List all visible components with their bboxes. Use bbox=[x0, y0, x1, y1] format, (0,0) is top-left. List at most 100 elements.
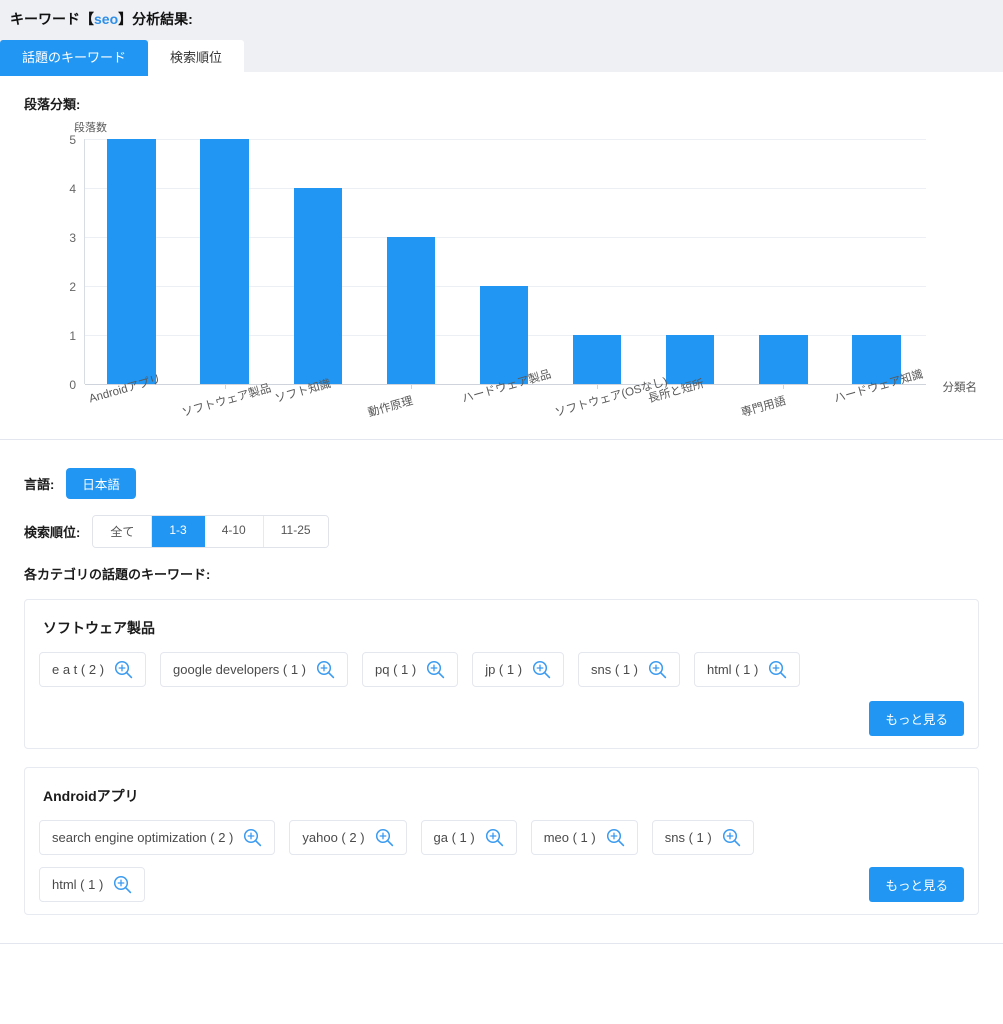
rank-option-11-25[interactable]: 11-25 bbox=[263, 516, 328, 547]
chart-bar-slot bbox=[551, 139, 644, 384]
chart-bar[interactable] bbox=[293, 188, 342, 384]
chart-bar-slot bbox=[85, 139, 178, 384]
zoom-in-icon[interactable] bbox=[768, 660, 787, 679]
keyword-card-footer: html ( 1 ) もっと見る bbox=[39, 867, 964, 902]
chart-bar-slot bbox=[737, 139, 830, 384]
chart-bar[interactable] bbox=[666, 335, 715, 384]
chart-y-tick-label: 4 bbox=[69, 182, 76, 196]
keyword-chip-label: sns ( 1 ) bbox=[591, 662, 639, 677]
keyword-category-title: Androidアプリ bbox=[43, 788, 139, 804]
chart-x-tick-label: 専門用語 bbox=[739, 395, 788, 420]
chart-bar[interactable] bbox=[572, 335, 622, 384]
keywords-section-heading: 各カテゴリの話題のキーワード: bbox=[24, 567, 211, 582]
keyword-chip-label: html ( 1 ) bbox=[52, 877, 104, 892]
keyword-chip-label: html ( 1 ) bbox=[707, 662, 759, 677]
chart-bar-slot bbox=[457, 139, 550, 384]
chart-panel: 段落分類: 段落数 分類名 0 1 2 3 4 5 Androidアプリ ソフトウェア製品ソ… bbox=[0, 72, 1003, 440]
chart-y-tick-label: 1 bbox=[69, 329, 76, 343]
tab-search-rank[interactable]: 検索順位 bbox=[148, 40, 245, 76]
keyword-chip[interactable]: pq ( 1 ) bbox=[362, 652, 459, 687]
keyword-chip-label: search engine optimization ( 2 ) bbox=[52, 830, 234, 845]
keyword-chip[interactable]: search engine optimization ( 2 ) bbox=[39, 820, 276, 855]
chart-bar[interactable] bbox=[200, 139, 249, 384]
chart-bar-slot bbox=[271, 139, 364, 384]
chart-bar[interactable] bbox=[759, 335, 808, 384]
chart-plot-area: 0 1 2 3 4 5 bbox=[69, 133, 926, 392]
keyword-chip[interactable]: sns ( 1 ) bbox=[651, 820, 754, 855]
keyword-chip-label: pq ( 1 ) bbox=[375, 662, 417, 677]
keyword-chip-label: jp ( 1 ) bbox=[485, 662, 523, 677]
chart-x-tick-labels: Androidアプリ ソフトウェア製品 ソフト知識 動作原理 ハードウェア製品 ソフトウェ… bbox=[84, 369, 925, 433]
keyword-category-card: ソフトウェア製品 e a t ( 2 ) google developers ( 1… bbox=[24, 599, 979, 749]
keyword-chip-list: e a t ( 2 ) google developers ( 1 ) pq ( 1… bbox=[39, 652, 964, 687]
chart-bar-slot bbox=[364, 139, 457, 384]
page-header: キーワード【seo】分析結果: 話題のキーワード 検索順位 bbox=[0, 0, 1003, 76]
filter-panel: 言語: 日本語 検索順位: 全て 1-3 4-10 11-25 各カテゴリの話題… bbox=[0, 440, 1003, 944]
keyword-chip[interactable]: sns ( 1 ) bbox=[578, 652, 681, 687]
zoom-in-icon[interactable] bbox=[243, 828, 262, 847]
zoom-in-icon[interactable] bbox=[606, 828, 625, 847]
chart-bar[interactable] bbox=[479, 286, 529, 384]
keyword-card-footer: もっと見る bbox=[39, 701, 964, 736]
keyword-chip-label: yahoo ( 2 ) bbox=[302, 830, 365, 845]
language-filter-label: 言語: bbox=[24, 477, 55, 492]
chart-y-tick-label: 0 bbox=[69, 378, 76, 392]
chart-x-tick-label: 動作原理 bbox=[367, 395, 415, 420]
rank-option-all[interactable]: 全て bbox=[93, 516, 153, 547]
chart-bars bbox=[85, 139, 923, 384]
keyword-cards-container: ソフトウェア製品 e a t ( 2 ) google developers ( 1… bbox=[22, 599, 981, 915]
language-filter-row: 言語: 日本語 bbox=[24, 468, 981, 499]
page-title-keyword: seo bbox=[94, 11, 119, 27]
zoom-in-icon[interactable] bbox=[485, 828, 504, 847]
chart-y-axis-title: 段落数 bbox=[74, 122, 107, 134]
show-more-button[interactable]: もっと見る bbox=[869, 867, 964, 902]
keyword-chip-label: google developers ( 1 ) bbox=[173, 662, 307, 677]
keyword-chip-label: meo ( 1 ) bbox=[543, 830, 596, 845]
keyword-chip[interactable]: ga ( 1 ) bbox=[420, 820, 517, 855]
page-title-prefix: キーワード【 bbox=[10, 11, 94, 27]
keyword-category-title: ソフトウェア製品 bbox=[43, 620, 155, 636]
page-title: キーワード【seo】分析結果: bbox=[0, 8, 1003, 30]
tab-trending-keywords[interactable]: 話題のキーワード bbox=[0, 40, 149, 76]
keyword-chip[interactable]: jp ( 1 ) bbox=[472, 652, 565, 687]
zoom-in-icon[interactable] bbox=[316, 660, 335, 679]
zoom-in-icon[interactable] bbox=[114, 660, 133, 679]
rank-filter-label: 検索順位: bbox=[24, 525, 81, 540]
keyword-chip-list: search engine optimization ( 2 ) yahoo ( … bbox=[39, 820, 964, 855]
chart-x-axis-title: 分類名 bbox=[942, 382, 978, 394]
zoom-in-icon[interactable] bbox=[722, 828, 741, 847]
keyword-chip-label: ga ( 1 ) bbox=[433, 830, 475, 845]
keyword-chip-label: e a t ( 2 ) bbox=[52, 662, 105, 677]
zoom-in-icon[interactable] bbox=[532, 660, 551, 679]
chart-bar[interactable] bbox=[386, 237, 436, 384]
chart-section-label: 段落分類: bbox=[24, 97, 81, 112]
chart-bar-slot bbox=[644, 139, 737, 384]
keyword-category-card: Androidアプリ search engine optimization ( 2… bbox=[24, 767, 979, 915]
keyword-chip-label: sns ( 1 ) bbox=[664, 830, 712, 845]
paragraph-classification-chart: 段落数 分類名 012345 Androidアプリ ソフトウェア製品 ソフト知識 動作… bbox=[22, 117, 981, 429]
chart-y-tick-label: 2 bbox=[69, 280, 76, 294]
page-title-suffix: 】分析結果: bbox=[118, 11, 193, 27]
rank-filter-group: 全て 1-3 4-10 11-25 bbox=[92, 515, 329, 548]
zoom-in-icon[interactable] bbox=[113, 875, 132, 894]
rank-option-1-3[interactable]: 1-3 bbox=[152, 516, 205, 547]
keyword-chip[interactable]: html ( 1 ) bbox=[694, 652, 801, 687]
chart-bar-slot bbox=[178, 139, 271, 384]
chart-bar-slot bbox=[830, 139, 923, 384]
tab-bar: 話題のキーワード 検索順位 bbox=[0, 40, 1003, 76]
zoom-in-icon[interactable] bbox=[375, 828, 394, 847]
keyword-chip[interactable]: meo ( 1 ) bbox=[530, 820, 638, 855]
language-option-japanese[interactable]: 日本語 bbox=[66, 468, 136, 499]
rank-option-4-10[interactable]: 4-10 bbox=[204, 516, 264, 547]
chart-bar[interactable] bbox=[107, 139, 156, 384]
chart-x-tick-label: ソフトウェア製品 bbox=[180, 382, 273, 420]
keyword-chip[interactable]: yahoo ( 2 ) bbox=[289, 820, 407, 855]
keyword-chip[interactable]: google developers ( 1 ) bbox=[160, 652, 349, 687]
show-more-button[interactable]: もっと見る bbox=[869, 701, 964, 736]
keyword-chip[interactable]: e a t ( 2 ) bbox=[39, 652, 147, 687]
chart-y-tick-label: 3 bbox=[69, 231, 76, 245]
zoom-in-icon[interactable] bbox=[648, 660, 667, 679]
zoom-in-icon[interactable] bbox=[426, 660, 445, 679]
keyword-chip[interactable]: html ( 1 ) bbox=[39, 867, 146, 902]
rank-filter-row: 検索順位: 全て 1-3 4-10 11-25 bbox=[24, 515, 981, 548]
